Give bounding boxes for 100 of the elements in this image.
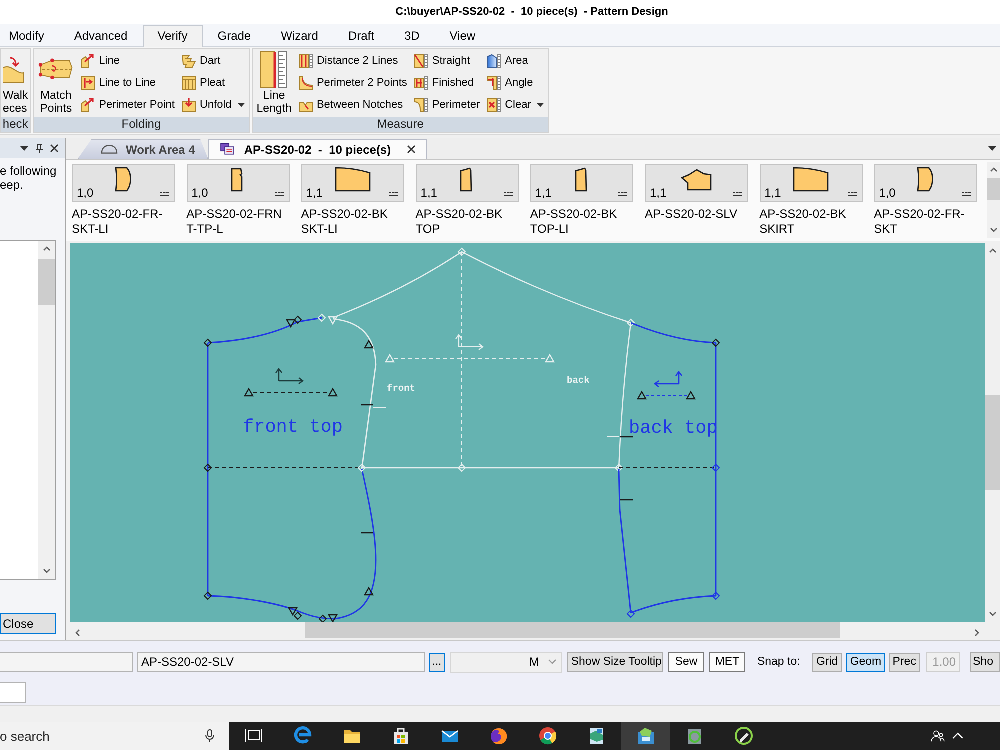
piece-name: AP-SS20-02-FR-SKT xyxy=(874,207,966,237)
ribbon-tab[interactable]: Grade xyxy=(202,25,266,46)
perimeter-2-points-button[interactable]: Perimeter 2 Points xyxy=(296,72,410,94)
input-field[interactable] xyxy=(0,652,134,672)
angle-button[interactable]: Angle xyxy=(484,72,546,94)
piece-grade: 1,1 xyxy=(420,187,438,200)
front-top-piece-drawing[interactable] xyxy=(204,316,377,622)
ribbon-tab[interactable]: Modify xyxy=(0,25,60,46)
piece-thumbnail[interactable]: 1,0 xyxy=(186,164,290,202)
pin-icon[interactable] xyxy=(35,144,44,152)
sleeve-label: back xyxy=(567,375,590,386)
caret-icon[interactable] xyxy=(20,144,29,152)
piece-grade: 1,1 xyxy=(306,187,323,200)
perimeter-point-button[interactable]: Perimeter Point xyxy=(78,94,177,116)
dash-lines-icon xyxy=(848,192,857,197)
piece-label: front top xyxy=(243,417,343,438)
piece-grade: 1,1 xyxy=(764,187,782,200)
two-lines-ruler-icon xyxy=(298,53,314,69)
pattern-pieces-icon xyxy=(219,143,236,156)
toolbar-button[interactable]: Sew xyxy=(668,652,704,672)
arrow-right-icon[interactable] xyxy=(972,628,982,638)
perimeter-button[interactable]: Perimeter xyxy=(411,94,482,116)
group-label: Measure xyxy=(252,117,548,132)
piece-thumbnail[interactable]: 1,1 xyxy=(416,164,519,202)
piece-arrow-icon xyxy=(80,53,96,69)
ribbon-tab[interactable]: 3D xyxy=(389,25,435,46)
match-points-button[interactable]: Match Points xyxy=(36,50,76,117)
curved-piece-icon xyxy=(298,75,314,91)
dash-lines-icon xyxy=(274,192,284,197)
snap-button[interactable]: Grid xyxy=(812,652,842,672)
document-tab[interactable]: Work Area 4 xyxy=(78,139,208,159)
piece-name: AP-SS20-02-FRNT-TP-L xyxy=(186,207,283,237)
toolbar-button[interactable]: MET xyxy=(709,652,746,672)
segmented-ring-icon xyxy=(538,726,558,746)
snap-button[interactable]: Geom xyxy=(846,652,885,672)
close-icon[interactable] xyxy=(50,144,59,152)
clear-button[interactable]: Clear xyxy=(484,94,546,116)
piece-outline-icon xyxy=(231,167,246,192)
area-button[interactable]: Area xyxy=(484,50,546,72)
piece-thumbnail[interactable]: 1,1 xyxy=(301,164,404,202)
finished-button[interactable]: Finished xyxy=(411,72,482,94)
piece-grade: 1,1 xyxy=(650,187,667,200)
distance-2-lines-button[interactable]: Distance 2 Lines xyxy=(296,50,410,72)
caret-icon[interactable] xyxy=(988,146,997,152)
piece-outline-icon xyxy=(916,167,936,192)
piece-name: AP-SS20-02-BK SKT-LI xyxy=(301,207,389,237)
taskbar-button[interactable] xyxy=(621,722,670,750)
ruler-icon xyxy=(260,51,288,89)
input-field[interactable] xyxy=(0,682,26,703)
curved-ruler-icon xyxy=(413,97,430,113)
arrow-down-icon[interactable] xyxy=(988,225,998,235)
arrow-down-icon[interactable] xyxy=(988,609,998,619)
close-button[interactable]: Close xyxy=(0,613,56,634)
scrollbar-thumb[interactable] xyxy=(38,259,55,305)
piece-thumbnail[interactable]: 1,1 xyxy=(644,164,748,202)
size-dropdown[interactable]: M xyxy=(450,652,562,672)
dash-lines-icon xyxy=(389,192,398,197)
ribbon-tab[interactable]: Advanced xyxy=(59,25,143,46)
piece-thumbnail[interactable]: 1,0 xyxy=(874,164,978,202)
ribbon-tab[interactable]: Verify xyxy=(142,25,203,47)
piece-field[interactable]: AP-SS20-02-SLV xyxy=(137,652,425,672)
dash-lines-icon xyxy=(160,192,169,197)
straight-button[interactable]: Straight xyxy=(411,50,482,72)
piece-name: AP-SS20-02-BK TOP-LI xyxy=(530,207,618,237)
microphone-icon[interactable] xyxy=(205,729,215,743)
piece-thumbnail[interactable]: 1,0 xyxy=(72,164,175,202)
pleat-button[interactable]: Pleat xyxy=(178,72,247,94)
line-button[interactable]: Line xyxy=(78,50,177,72)
scrollbar-thumb[interactable] xyxy=(305,622,840,638)
search-field[interactable]: o search xyxy=(0,722,229,750)
toolbar-button[interactable]: Show Size Tooltip xyxy=(567,652,664,672)
ribbon-tab[interactable]: Wizard xyxy=(266,25,334,46)
line-to-line-button[interactable]: Line to Line xyxy=(78,72,177,94)
dart-button[interactable]: Dart xyxy=(178,50,247,72)
toolbar-button[interactable]: Sho xyxy=(970,652,1000,672)
ribbon-tab[interactable]: View xyxy=(434,25,491,46)
document-tab[interactable]: AP-SS20-02 - 10 piece(s) xyxy=(208,139,428,159)
vertical-scrollbar[interactable] xyxy=(987,162,1000,238)
list-box[interactable] xyxy=(0,240,56,580)
back-top-piece-drawing[interactable] xyxy=(618,322,720,618)
arrow-down-icon[interactable] xyxy=(42,566,52,576)
piece-thumbnail[interactable]: 1,1 xyxy=(760,164,863,202)
piece-outline-icon xyxy=(334,167,371,192)
vertical-scrollbar[interactable] xyxy=(38,241,55,579)
arrow-left-icon[interactable] xyxy=(73,628,83,638)
ribbon-tab[interactable]: Draft xyxy=(333,25,390,46)
browse-button[interactable]: ... xyxy=(428,652,446,672)
line-length-button[interactable]: Line Length xyxy=(254,50,294,117)
scrollbar-thumb[interactable] xyxy=(985,395,1000,490)
window-title: C:\buyer\AP-SS20-02 - 10 piece(s) - Pattern Design xyxy=(396,6,668,18)
close-icon[interactable] xyxy=(407,145,416,154)
unfold-button[interactable]: Unfold xyxy=(178,94,247,116)
group-label: heck xyxy=(1,117,30,132)
e-swirl-icon xyxy=(292,726,312,746)
scrollbar-thumb[interactable] xyxy=(987,178,1000,200)
piece-thumbnail[interactable]: 1,1 xyxy=(530,164,634,202)
walk-pieces-button[interactable]: Walk eces xyxy=(3,50,28,117)
snap-button[interactable]: Prec xyxy=(888,652,920,672)
group-label: Folding xyxy=(34,117,249,132)
between-notches-button[interactable]: Between Notches xyxy=(296,94,410,116)
